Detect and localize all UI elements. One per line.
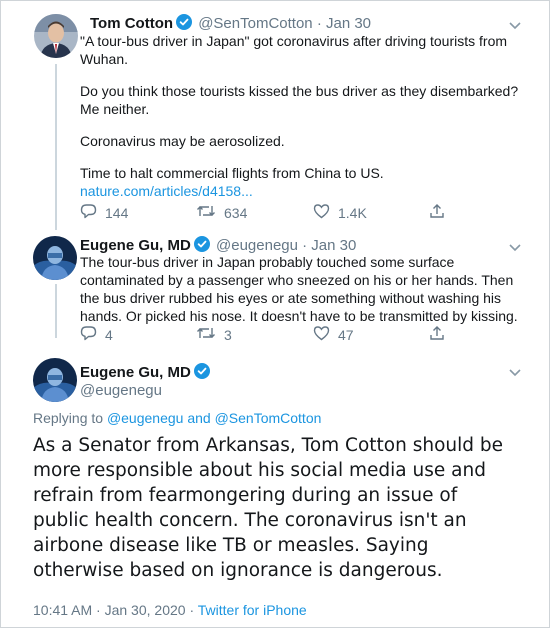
avatar[interactable] — [33, 358, 77, 402]
tweet-line: Time to halt commercial flights from Chi… — [80, 165, 384, 181]
author-name[interactable]: Eugene Gu, MD — [80, 364, 191, 381]
tweet-line: refrain from fearmongering during an iss… — [33, 485, 458, 506]
author-name[interactable]: Tom Cotton — [90, 15, 173, 32]
share-button[interactable] — [429, 325, 453, 344]
tweet-line: the bus driver rubbed his eyes or ate so… — [80, 290, 502, 306]
thread-line — [55, 284, 57, 338]
tweet-body: "A tour-bus driver in Japan" got coronav… — [80, 32, 518, 200]
tweet-line: otherwise based on ignorance is dangerou… — [33, 560, 443, 581]
like-button[interactable]: 47 — [313, 325, 354, 344]
like-icon — [313, 325, 338, 344]
like-count: 1.4K — [338, 204, 367, 221]
retweet-count: 634 — [224, 204, 248, 221]
tweet-header: Tom Cotton @SenTomCotton · Jan 30 — [90, 14, 371, 34]
tweet-line: more responsible about his social media … — [33, 460, 486, 481]
tweet-body: The tour-bus driver in Japan probably to… — [80, 253, 518, 325]
reply-count: 4 — [105, 326, 113, 343]
reply-button[interactable]: 4 — [80, 325, 113, 344]
tweet-line: Me neither. — [80, 101, 150, 117]
thread-line — [55, 64, 57, 230]
chevron-down-icon[interactable] — [508, 18, 522, 30]
retweet-button[interactable]: 634 — [196, 203, 247, 222]
tweet-line: "A tour-bus driver in Japan" got coronav… — [80, 33, 508, 49]
retweet-icon — [196, 203, 224, 222]
tweet-source[interactable]: Twitter for iPhone — [198, 602, 307, 618]
tweet-line: The tour-bus driver in Japan probably to… — [80, 254, 455, 270]
verified-badge-icon — [193, 363, 210, 383]
tweet-line: Do you think those tourists kissed the b… — [80, 83, 519, 99]
reply-icon — [80, 325, 105, 344]
tweet-line: Wuhan. — [80, 51, 128, 67]
replying-to: Replying to @eugenegu and @SenTomCotton — [33, 410, 321, 426]
like-button[interactable]: 1.4K — [313, 203, 367, 222]
tweet-line: Coronavirus may be aerosolized. — [80, 133, 285, 149]
author-handle[interactable]: @eugenegu — [80, 382, 162, 399]
avatar[interactable] — [34, 14, 78, 58]
tweet-timestamp[interactable]: 10:41 AM · Jan 30, 2020 · — [33, 602, 194, 618]
tweet-line: public health concern. The coronavirus i… — [33, 510, 467, 531]
chevron-down-icon[interactable] — [508, 240, 522, 252]
handle-and-date[interactable]: @SenTomCotton · Jan 30 — [198, 15, 371, 32]
share-button[interactable] — [429, 203, 453, 222]
tweet-line: airbone disease like TB or measles. Sayi… — [33, 535, 429, 556]
tweet-body: As a Senator from Arkansas, Tom Cotton s… — [33, 433, 503, 583]
handle-and-date[interactable]: @eugenegu · Jan 30 — [216, 237, 356, 254]
retweet-icon — [196, 325, 224, 344]
article-link[interactable]: nature.com/articles/d4158... — [80, 182, 518, 200]
author-name[interactable]: Eugene Gu, MD — [80, 237, 191, 254]
tweet-line-spacer — [80, 118, 518, 132]
author-line: Eugene Gu, MD — [80, 363, 210, 383]
share-icon — [429, 325, 453, 344]
retweet-count: 3 — [224, 326, 232, 343]
replying-to-users[interactable]: @eugenegu and @SenTomCotton — [107, 410, 321, 426]
avatar[interactable] — [33, 236, 77, 280]
tweet-line-spacer — [80, 68, 518, 82]
tweet-line: As a Senator from Arkansas, Tom Cotton s… — [33, 435, 503, 456]
retweet-button[interactable]: 3 — [196, 325, 232, 344]
tweet-timestamp-line: 10:41 AM · Jan 30, 2020 · Twitter for iP… — [33, 602, 307, 618]
tweet-line: hands. Or picked his nose. It doesn't ha… — [80, 308, 518, 324]
verified-badge-icon — [176, 14, 193, 34]
chevron-down-icon[interactable] — [508, 365, 522, 377]
share-icon — [429, 203, 453, 222]
like-count: 47 — [338, 326, 354, 343]
tweet-line-spacer — [80, 150, 518, 164]
tweet-line: contaminated by a passenger who sneezed … — [80, 272, 514, 288]
like-icon — [313, 203, 338, 222]
reply-icon — [80, 203, 105, 222]
replying-prefix: Replying to — [33, 410, 104, 426]
reply-count: 144 — [105, 204, 129, 221]
reply-button[interactable]: 144 — [80, 203, 128, 222]
